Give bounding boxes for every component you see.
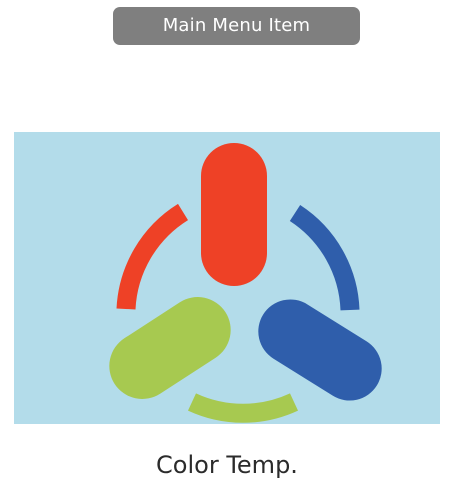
color-temperature-icon <box>14 132 440 424</box>
feature-caption: Color Temp. <box>156 451 298 479</box>
main-menu-item-label: Main Menu Item <box>162 15 311 36</box>
feature-illustration-panel <box>14 132 440 424</box>
main-menu-item-button[interactable]: Main Menu Item <box>113 7 360 45</box>
red-capsule <box>201 143 267 286</box>
